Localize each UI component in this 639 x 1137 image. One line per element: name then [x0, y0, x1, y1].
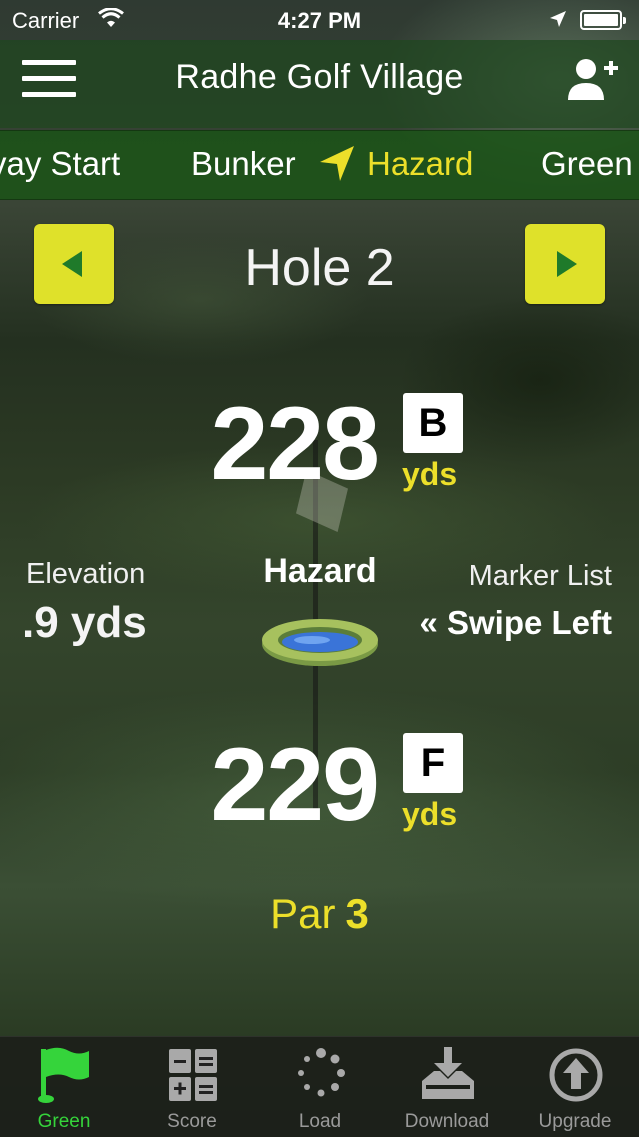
- tab-score[interactable]: Score: [128, 1037, 256, 1137]
- tab-upgrade[interactable]: Upgrade: [511, 1037, 639, 1137]
- clock: 4:27 PM: [277, 8, 362, 33]
- add-player-icon[interactable]: [566, 56, 620, 102]
- front-distance-unit: yds: [402, 796, 458, 832]
- marker-list-label: Marker List: [468, 560, 612, 592]
- tab-green[interactable]: Green: [541, 145, 633, 183]
- tab-label: Score: [167, 1111, 217, 1132]
- tab-label: Download: [404, 1111, 490, 1132]
- location-arrow-icon: [548, 9, 568, 35]
- tab-fairway-start[interactable]: vay Start: [0, 145, 120, 183]
- par-info: Par 3: [0, 890, 639, 938]
- status-bar: Carrier 4:27 PM: [0, 0, 639, 40]
- tab-green-view[interactable]: Green: [0, 1037, 128, 1137]
- previous-hole-button[interactable]: [34, 224, 114, 304]
- front-distance-value: 229: [210, 727, 380, 843]
- menu-icon[interactable]: [22, 58, 78, 100]
- back-distance-badge: B: [403, 393, 463, 453]
- par-label: Par: [270, 890, 336, 937]
- par-value: 3: [345, 890, 369, 937]
- tab-bunker[interactable]: Bunker: [191, 145, 296, 183]
- back-distance-unit: yds: [402, 456, 458, 492]
- swipe-left-hint[interactable]: « Swipe Left: [360, 604, 612, 642]
- tab-hazard[interactable]: Hazard: [367, 145, 473, 183]
- target-type-label: Hazard: [263, 552, 377, 590]
- upgrade-arrow-icon: [549, 1048, 603, 1102]
- scorecard-icon: [169, 1049, 217, 1101]
- loading-spinner-icon: [298, 1048, 345, 1097]
- elevation-label: Elevation: [26, 558, 146, 590]
- tab-label: Green: [37, 1111, 91, 1132]
- flag-icon: [38, 1047, 89, 1103]
- bottom-tab-bar: Green Score Load Download Upgrade: [0, 1036, 639, 1137]
- tab-label: Load: [298, 1111, 342, 1132]
- front-distance-badge: F: [403, 733, 463, 793]
- tab-label: Upgrade: [538, 1111, 612, 1132]
- battery-icon: [580, 10, 626, 30]
- back-distance-value: 228: [210, 386, 380, 502]
- nav-bar: Radhe Golf Village: [0, 40, 639, 128]
- tab-load[interactable]: Load: [256, 1037, 384, 1137]
- hole-title: Hole 2: [244, 239, 395, 297]
- next-hole-button[interactable]: [525, 224, 605, 304]
- elevation-value: .9 yds: [22, 598, 147, 647]
- course-title: Radhe Golf Village: [175, 58, 464, 96]
- download-tray-icon: [422, 1047, 474, 1099]
- location-arrow-icon: [320, 146, 354, 181]
- tab-download[interactable]: Download: [383, 1037, 511, 1137]
